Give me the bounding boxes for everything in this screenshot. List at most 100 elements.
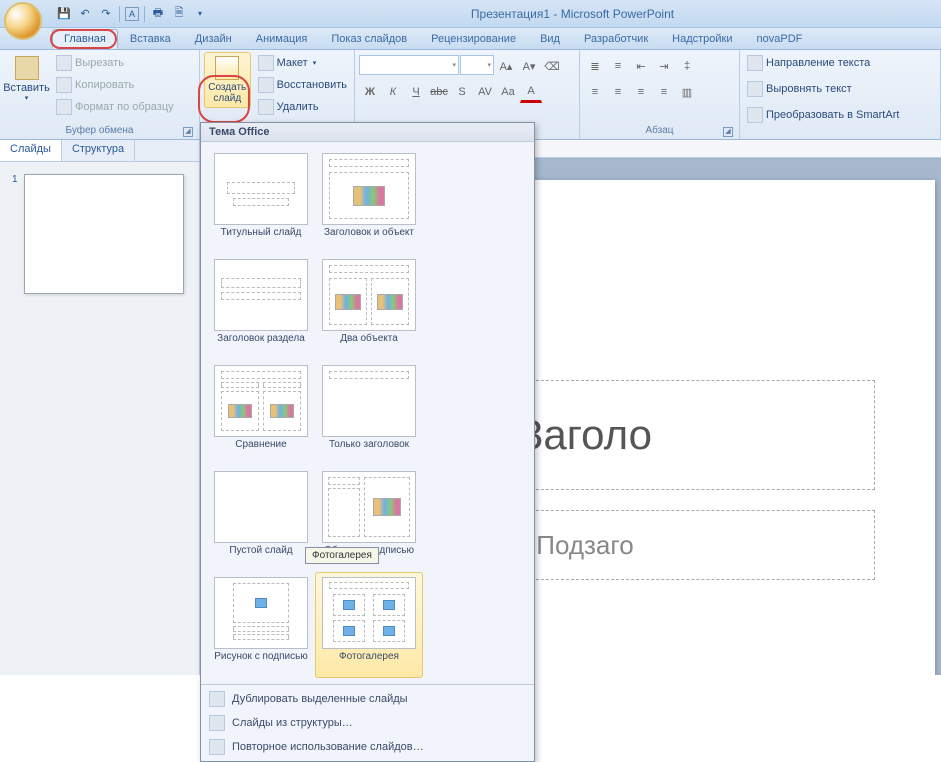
- layout-item-title-slide[interactable]: Титульный слайд: [207, 148, 315, 254]
- layout-item-picture-caption[interactable]: Рисунок с подписью: [207, 572, 315, 678]
- tab-animation[interactable]: Анимация: [244, 29, 320, 49]
- cut-button[interactable]: Вырезать: [53, 52, 177, 74]
- copy-button[interactable]: Копировать: [53, 74, 177, 96]
- menu-duplicate-slides[interactable]: Дублировать выделенные слайды: [201, 687, 534, 711]
- align-center-button[interactable]: ≡: [607, 81, 629, 103]
- reset-icon: [258, 77, 274, 93]
- dropdown-icon: ▾: [487, 61, 491, 69]
- dialog-launcher-icon[interactable]: ◢: [183, 127, 193, 137]
- preview-icon[interactable]: 🗎: [171, 6, 187, 22]
- separator: [144, 6, 145, 22]
- save-icon[interactable]: 💾: [56, 6, 72, 22]
- slide-thumbnail[interactable]: [24, 174, 184, 294]
- undo-icon[interactable]: ↶: [77, 6, 93, 22]
- paste-icon: [15, 56, 39, 80]
- new-slide-icon: [215, 56, 239, 80]
- new-slide-label: Создать слайд: [207, 82, 248, 104]
- shrink-font-button[interactable]: A▾: [518, 55, 540, 77]
- title-bar: 💾 ↶ ↷ A 🖶 🗎 ▾ Презентация1 - Microsoft P…: [0, 0, 941, 28]
- align-left-button[interactable]: ≡: [584, 81, 606, 103]
- menu-slides-from-outline[interactable]: Слайды из структуры…: [201, 711, 534, 735]
- window-title: Презентация1 - Microsoft PowerPoint: [208, 7, 937, 21]
- size-combo[interactable]: ▾: [460, 55, 494, 75]
- layout-item-two-content[interactable]: Два объекта: [315, 254, 423, 360]
- spacing-button[interactable]: AV: [474, 81, 496, 103]
- layout-item-section-header[interactable]: Заголовок раздела: [207, 254, 315, 360]
- tab-view[interactable]: Вид: [528, 29, 572, 49]
- menu-reuse-slides[interactable]: Повторное использование слайдов…: [201, 735, 534, 759]
- decrease-indent-button[interactable]: ⇤: [630, 55, 652, 77]
- line-spacing-button[interactable]: ‡: [676, 55, 698, 77]
- new-slide-button[interactable]: Создать слайд: [204, 52, 251, 108]
- paste-label: Вставить: [3, 82, 50, 94]
- tab-developer[interactable]: Разработчик: [572, 29, 660, 49]
- gallery-footer: Дублировать выделенные слайды Слайды из …: [201, 684, 534, 761]
- layout-item-comparison[interactable]: Сравнение: [207, 360, 315, 466]
- outline-icon: [209, 715, 225, 731]
- tab-home[interactable]: Главная: [52, 29, 118, 49]
- dialog-launcher-icon[interactable]: ◢: [723, 127, 733, 137]
- layout-item-title-only[interactable]: Только заголовок: [315, 360, 423, 466]
- clear-format-button[interactable]: ⌫: [541, 55, 563, 77]
- strike-button[interactable]: abc: [428, 81, 450, 103]
- gallery-grid: Титульный слайд Заголовок и объект Загол…: [201, 142, 534, 684]
- paste-button[interactable]: Вставить ▾: [4, 52, 49, 106]
- duplicate-icon: [209, 691, 225, 707]
- smartart-button[interactable]: Преобразовать в SmartArt: [744, 104, 902, 126]
- shadow-button[interactable]: S: [451, 81, 473, 103]
- sidetab-slides[interactable]: Слайды: [0, 140, 62, 161]
- justify-button[interactable]: ≡: [653, 81, 675, 103]
- grow-font-button[interactable]: A▴: [495, 55, 517, 77]
- font-combo[interactable]: ▾: [359, 55, 459, 75]
- tab-design[interactable]: Дизайн: [183, 29, 244, 49]
- bullets-button[interactable]: ≣: [584, 55, 606, 77]
- font-color-button[interactable]: A: [520, 81, 542, 103]
- align-text-button[interactable]: Выровнять текст: [744, 78, 855, 100]
- side-tabs: Слайды Структура: [0, 140, 199, 162]
- group-paragraph: ≣ ≡ ⇤ ⇥ ‡ ≡ ≡ ≡ ≡ ▥ Абзац◢: [580, 50, 740, 139]
- slides-small-buttons: Макет▾ Восстановить Удалить: [255, 52, 350, 118]
- smartart-icon: [747, 107, 763, 123]
- tab-novapdf[interactable]: novaPDF: [745, 29, 815, 49]
- group-text: Направление текста Выровнять текст Преоб…: [740, 50, 941, 139]
- copy-icon: [56, 77, 72, 93]
- scissors-icon: [56, 55, 72, 71]
- tab-slideshow[interactable]: Показ слайдов: [319, 29, 419, 49]
- columns-button[interactable]: ▥: [676, 81, 698, 103]
- gallery-header: Тема Office: [201, 123, 534, 142]
- redo-icon[interactable]: ↷: [98, 6, 114, 22]
- reset-button[interactable]: Восстановить: [255, 74, 350, 96]
- text-direction-button[interactable]: Направление текста: [744, 52, 873, 74]
- layout-gallery: Тема Office Титульный слайд Заголовок и …: [200, 122, 535, 762]
- change-case-button[interactable]: Aa: [497, 81, 519, 103]
- print-icon[interactable]: 🖶: [150, 6, 166, 22]
- layout-item-blank[interactable]: Пустой слайд: [207, 466, 315, 572]
- bold-button[interactable]: Ж: [359, 81, 381, 103]
- quick-access-toolbar: 💾 ↶ ↷ A 🖶 🗎 ▾: [56, 6, 208, 22]
- slide-thumbnail-wrap: 1: [0, 162, 199, 306]
- office-button[interactable]: [4, 2, 42, 40]
- group-label: [744, 126, 936, 139]
- tab-addins[interactable]: Надстройки: [660, 29, 744, 49]
- format-painter-button[interactable]: Формат по образцу: [53, 96, 177, 118]
- tab-insert[interactable]: Вставка: [118, 29, 183, 49]
- layout-tooltip: Фотогалерея: [305, 547, 379, 564]
- layout-item-photo-gallery[interactable]: Фотогалерея: [315, 572, 423, 678]
- delete-button[interactable]: Удалить: [255, 96, 350, 118]
- align-text-icon: [747, 81, 763, 97]
- slide-number: 1: [12, 174, 18, 294]
- increase-indent-button[interactable]: ⇥: [653, 55, 675, 77]
- numbering-button[interactable]: ≡: [607, 55, 629, 77]
- dropdown-icon: ▾: [452, 61, 456, 69]
- italic-button[interactable]: К: [382, 81, 404, 103]
- tab-review[interactable]: Рецензирование: [419, 29, 528, 49]
- text-icon[interactable]: A: [125, 7, 139, 21]
- slide-panel: Слайды Структура 1: [0, 140, 200, 675]
- qat-dropdown-icon[interactable]: ▾: [192, 6, 208, 22]
- layout-button[interactable]: Макет▾: [255, 52, 350, 74]
- layout-item-title-content[interactable]: Заголовок и объект: [315, 148, 423, 254]
- align-right-button[interactable]: ≡: [630, 81, 652, 103]
- underline-button[interactable]: Ч: [405, 81, 427, 103]
- layout-icon: [258, 55, 274, 71]
- sidetab-outline[interactable]: Структура: [62, 140, 135, 161]
